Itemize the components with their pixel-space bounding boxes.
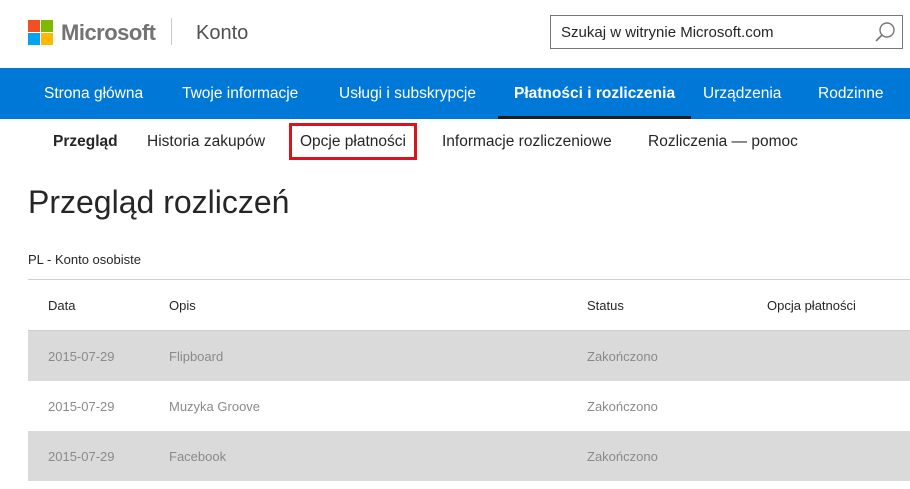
nav-item-services[interactable]: Usługi i subskrypcje	[339, 68, 476, 119]
sub-nav: Przegląd Historia zakupów Opcje płatnośc…	[0, 119, 910, 165]
table-row[interactable]: 2015-07-29 Facebook Zakończono	[28, 431, 910, 481]
row-description: Facebook	[169, 449, 227, 464]
nav-item-family[interactable]: Rodzinne	[818, 68, 884, 119]
page-title: Przegląd rozliczeń	[28, 184, 290, 220]
tab-billing-info[interactable]: Informacje rozliczeniowe	[442, 133, 612, 151]
row-description: Muzyka Groove	[169, 399, 261, 414]
column-header-description: Opis	[169, 298, 196, 313]
tab-billing-help[interactable]: Rozliczenia — pomoc	[648, 133, 798, 151]
row-date: 2015-07-29	[48, 449, 115, 464]
tab-payment-options[interactable]: Opcje płatności	[300, 133, 406, 151]
row-description: Flipboard	[169, 349, 224, 364]
nav-item-devices[interactable]: Urządzenia	[703, 68, 781, 119]
row-status: Zakończono	[587, 349, 658, 364]
column-header-status: Status	[587, 298, 624, 313]
search-input[interactable]	[561, 16, 861, 48]
search-box	[550, 15, 903, 49]
site-header: Microsoft Konto	[0, 0, 910, 68]
nav-item-payments[interactable]: Płatności i rozliczenia	[497, 68, 692, 119]
microsoft-logo[interactable]: Microsoft	[28, 20, 156, 45]
column-header-payment-option: Opcja płatności	[767, 298, 856, 313]
tab-purchase-history[interactable]: Historia zakupów	[147, 133, 265, 151]
microsoft-logo-icon	[28, 20, 53, 45]
main-nav: Strona główna Twoje informacje Usługi i …	[0, 68, 910, 119]
column-header-date: Data	[48, 298, 76, 313]
section-title[interactable]: Konto	[196, 22, 248, 45]
brand-name: Microsoft	[61, 19, 156, 45]
transactions-table: Data Opis Status Opcja płatności 2015-07…	[28, 279, 910, 481]
row-status: Zakończono	[587, 399, 658, 414]
nav-item-your-info[interactable]: Twoje informacje	[182, 68, 298, 119]
search-icon[interactable]	[872, 20, 898, 44]
row-date: 2015-07-29	[48, 399, 115, 414]
table-row[interactable]: 2015-07-29 Muzyka Groove Zakończono	[28, 381, 910, 431]
header-divider	[171, 18, 172, 45]
tab-overview[interactable]: Przegląd	[53, 133, 118, 151]
table-header: Data Opis Status Opcja płatności	[28, 280, 910, 331]
row-date: 2015-07-29	[48, 349, 115, 364]
table-row[interactable]: 2015-07-29 Flipboard Zakończono	[28, 331, 910, 381]
row-status: Zakończono	[587, 449, 658, 464]
account-label: PL - Konto osobiste	[28, 252, 141, 267]
nav-item-home[interactable]: Strona główna	[44, 68, 143, 119]
